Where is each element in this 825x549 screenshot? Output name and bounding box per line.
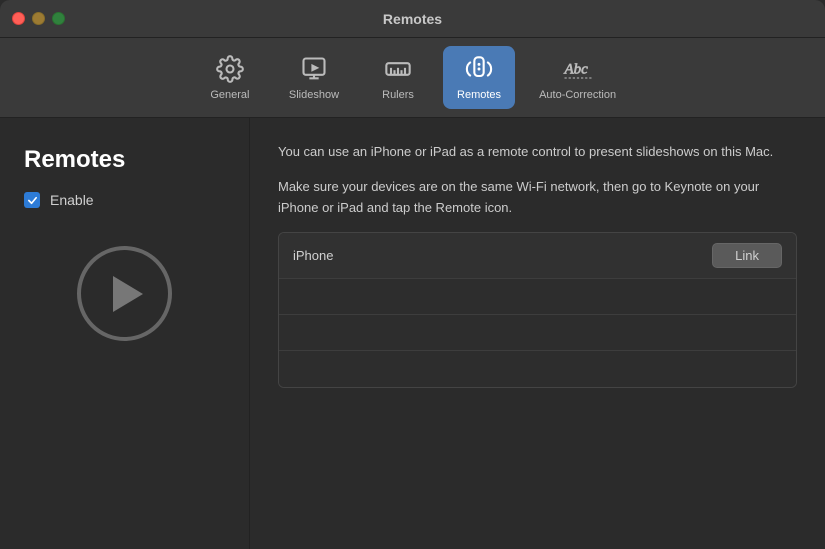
device-row-iphone: iPhone Link (279, 233, 796, 279)
main-panel: You can use an iPhone or iPad as a remot… (250, 118, 825, 549)
tab-rulers[interactable]: Rulers (363, 46, 433, 109)
toolbar: General Slideshow Rulers (0, 38, 825, 118)
svg-text:Abc: Abc (563, 62, 588, 78)
sidebar: Remotes Enable (0, 118, 250, 549)
enable-label: Enable (50, 192, 94, 208)
maximize-button[interactable] (52, 12, 65, 25)
minimize-button[interactable] (32, 12, 45, 25)
description-text-2: Make sure your devices are on the same W… (278, 177, 797, 219)
sidebar-title: Remotes (24, 146, 225, 174)
play-circle (77, 246, 172, 341)
tab-general-label: General (210, 89, 249, 101)
ruler-icon (383, 54, 413, 84)
link-button[interactable]: Link (712, 243, 782, 268)
tab-remotes-label: Remotes (457, 89, 501, 101)
device-name-iphone: iPhone (293, 248, 333, 263)
tab-autocorrection[interactable]: Abc Auto-Correction (525, 46, 630, 109)
remote-icon (464, 54, 494, 84)
content-area: Remotes Enable You can use an iPhone or … (0, 118, 825, 549)
enable-checkbox[interactable] (24, 192, 40, 208)
device-table: iPhone Link (278, 232, 797, 388)
play-circle-container (24, 246, 225, 341)
close-button[interactable] (12, 12, 25, 25)
tab-slideshow-label: Slideshow (289, 89, 339, 101)
window-title: Remotes (383, 11, 442, 27)
description-text-1: You can use an iPhone or iPad as a remot… (278, 142, 797, 163)
device-row-empty-3 (279, 351, 796, 387)
traffic-lights (12, 12, 65, 25)
tab-general[interactable]: General (195, 46, 265, 109)
tab-remotes[interactable]: Remotes (443, 46, 515, 109)
gear-icon (215, 54, 245, 84)
device-row-empty-1 (279, 279, 796, 315)
play-triangle-icon (113, 276, 143, 312)
play-icon (299, 54, 329, 84)
tab-slideshow[interactable]: Slideshow (275, 46, 353, 109)
device-row-empty-2 (279, 315, 796, 351)
tab-rulers-label: Rulers (382, 89, 414, 101)
titlebar: Remotes (0, 0, 825, 38)
enable-checkbox-row[interactable]: Enable (24, 192, 225, 208)
abc-icon: Abc (563, 54, 593, 84)
tab-autocorrection-label: Auto-Correction (539, 89, 616, 101)
